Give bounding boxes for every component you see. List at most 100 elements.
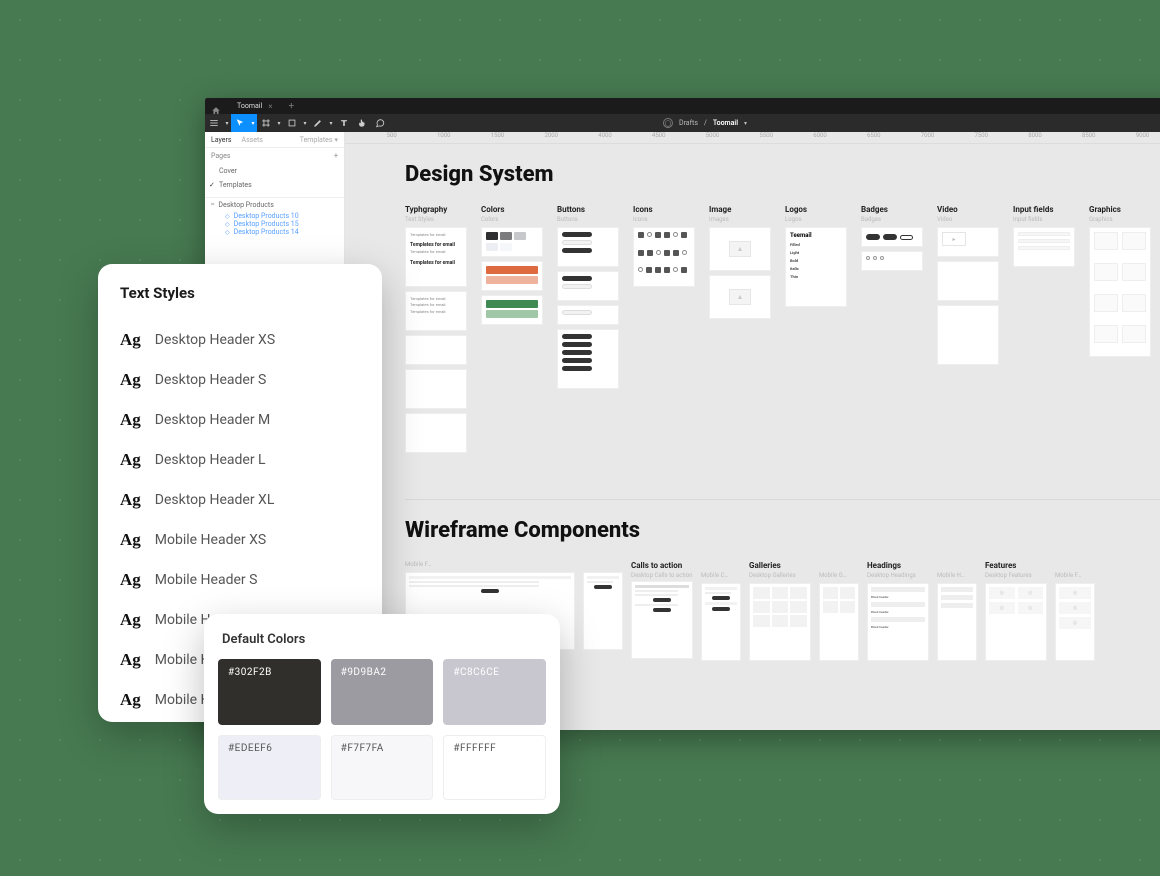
tab-layers[interactable]: Layers <box>211 136 232 144</box>
color-swatch[interactable]: #EDEEF6 <box>218 735 321 801</box>
col-head: Galleries <box>749 561 811 570</box>
pages-header: Pages + <box>205 148 344 164</box>
frame-thumbnail[interactable]: Templates for email Templates for email … <box>405 227 467 287</box>
frame-thumbnail[interactable] <box>481 261 543 291</box>
page-item-active[interactable]: Templates <box>205 178 344 192</box>
frame-thumbnail[interactable] <box>557 227 619 267</box>
ag-glyph: Ag <box>120 650 141 670</box>
breadcrumb-file[interactable]: Toomail <box>713 119 738 127</box>
frame-thumbnail[interactable]: ◎◎◎ <box>1055 583 1095 661</box>
text-style-item[interactable]: Ag Desktop Header XL <box>120 480 360 520</box>
tab-assets[interactable]: Assets <box>242 136 263 144</box>
shape-chevron-icon[interactable]: ▾ <box>301 120 309 127</box>
text-style-item[interactable]: AgDesktop Header M <box>120 400 360 440</box>
frame-thumbnail[interactable]: ▲ <box>709 227 771 271</box>
frame-thumbnail[interactable] <box>405 369 467 409</box>
col-head: Typhgraphy <box>405 205 467 214</box>
file-tab[interactable]: Toomail × <box>229 100 280 113</box>
color-swatch[interactable]: #F7F7FA <box>331 735 434 801</box>
frame-tool[interactable] <box>257 114 275 132</box>
add-page-button[interactable]: + <box>334 152 338 160</box>
move-tool[interactable] <box>231 114 249 132</box>
frame-thumbnail[interactable] <box>861 227 923 247</box>
frame-thumbnail[interactable] <box>819 583 859 661</box>
layer-root[interactable]: ⌗ Desktop Products <box>205 198 344 212</box>
user-avatar-icon[interactable]: ◯ <box>663 118 673 128</box>
frame-thumbnail[interactable] <box>937 261 999 301</box>
frame-thumbnail[interactable] <box>701 583 741 661</box>
frame-thumbnail[interactable] <box>557 271 619 301</box>
ag-glyph: Ag <box>120 490 141 510</box>
ruler-tick: 500 <box>345 132 399 143</box>
frame-thumbnail[interactable] <box>1089 227 1151 357</box>
logo-brand: Teemail <box>790 232 842 239</box>
layer-item[interactable]: ◇Desktop Products 10 <box>205 212 344 220</box>
frame-thumbnail[interactable] <box>405 413 467 453</box>
text-style-label: Desktop Header XL <box>155 492 275 508</box>
page-item[interactable]: Cover <box>205 164 344 178</box>
col-image: Image Images ▲ ▲ <box>709 205 771 453</box>
ruler: 500 1000 1500 2000 4000 4500 5000 5500 6… <box>345 132 1160 144</box>
close-tab-icon[interactable]: × <box>268 102 272 111</box>
move-chevron-icon[interactable]: ▾ <box>249 114 257 132</box>
shape-tool[interactable] <box>283 114 301 132</box>
home-icon[interactable] <box>211 101 221 111</box>
frame-thumbnail[interactable] <box>405 335 467 365</box>
text-tool[interactable] <box>335 114 353 132</box>
col-galleries: Galleries Desktop Galleries <box>749 561 811 661</box>
frame-thumbnail[interactable] <box>1013 227 1075 267</box>
text-style-item[interactable]: AgDesktop Header S <box>120 360 360 400</box>
frame-chevron-icon[interactable]: ▾ <box>275 120 283 127</box>
frame-thumbnail[interactable] <box>633 227 695 287</box>
breadcrumb-folder[interactable]: Drafts <box>679 119 698 127</box>
frame-thumbnail[interactable]: ◎◎◎◎ <box>985 583 1047 661</box>
col-head: Input fields <box>1013 205 1075 214</box>
frame-thumbnail[interactable] <box>481 227 543 257</box>
frame-thumbnail[interactable] <box>557 329 619 389</box>
comment-tool[interactable] <box>371 114 389 132</box>
pen-tool[interactable] <box>309 114 327 132</box>
ruler-tick: 1500 <box>453 132 507 143</box>
frame-thumbnail[interactable] <box>557 305 619 325</box>
menu-chevron-icon[interactable]: ▾ <box>223 120 231 127</box>
breadcrumb: ◯ Drafts / Toomail ▾ <box>663 118 747 128</box>
layer-item[interactable]: ◇Desktop Products 15 <box>205 220 344 228</box>
col-badges: Badges Badges <box>861 205 923 453</box>
text-style-label: Mobile Header S <box>155 572 258 588</box>
frame-thumbnail[interactable] <box>937 305 999 365</box>
new-tab-button[interactable]: + <box>288 101 294 112</box>
tab-templates[interactable]: Templates▾ <box>300 136 338 144</box>
swatch <box>514 243 526 251</box>
text-style-label: Desktop Header L <box>155 452 266 468</box>
frame-thumbnail[interactable] <box>481 295 543 325</box>
color-swatch[interactable]: #FFFFFF <box>443 735 546 801</box>
col-sub: Mobile F… <box>405 561 575 568</box>
text-style-item[interactable]: AgDesktop Header XS <box>120 320 360 360</box>
text-style-item[interactable]: AgMobile Header S <box>120 560 360 600</box>
pen-chevron-icon[interactable]: ▾ <box>327 120 335 127</box>
frame-thumbnail[interactable]: Block headerBlock headerBlock header <box>867 583 929 661</box>
hand-tool[interactable] <box>353 114 371 132</box>
color-swatch[interactable]: #302F2B <box>218 659 321 725</box>
main-menu-button[interactable] <box>205 114 223 132</box>
frame-thumbnail[interactable]: ▲ <box>709 275 771 319</box>
frame-thumbnail[interactable]: Templates for email Templates for email … <box>405 291 467 331</box>
frame-thumbnail[interactable]: Teemail Filled Light Bold Italic Thin <box>785 227 847 307</box>
color-swatch[interactable]: #9D9BA2 <box>331 659 434 725</box>
col-sub: Colors <box>481 216 543 223</box>
text-style-item[interactable]: AgDesktop Header L <box>120 440 360 480</box>
frame-thumbnail[interactable] <box>861 251 923 271</box>
frame-thumbnail[interactable] <box>631 581 693 659</box>
swatch-hex: #302F2B <box>228 667 272 678</box>
color-swatch[interactable]: #C8C6CE <box>443 659 546 725</box>
ruler-tick: 4000 <box>560 132 614 143</box>
layer-item[interactable]: ◇Desktop Products 14 <box>205 228 344 236</box>
frame-thumbnail[interactable] <box>749 583 811 661</box>
col-sub: Video <box>937 216 999 223</box>
default-colors-panel[interactable]: Default Colors #302F2B #9D9BA2 #C8C6CE #… <box>204 614 560 814</box>
text-style-item[interactable]: AgMobile Header XS <box>120 520 360 560</box>
frame-thumbnail[interactable] <box>937 583 977 661</box>
chevron-down-icon[interactable]: ▾ <box>744 120 747 127</box>
frame-thumbnail[interactable] <box>583 572 623 650</box>
frame-thumbnail[interactable]: ▸ <box>937 227 999 257</box>
